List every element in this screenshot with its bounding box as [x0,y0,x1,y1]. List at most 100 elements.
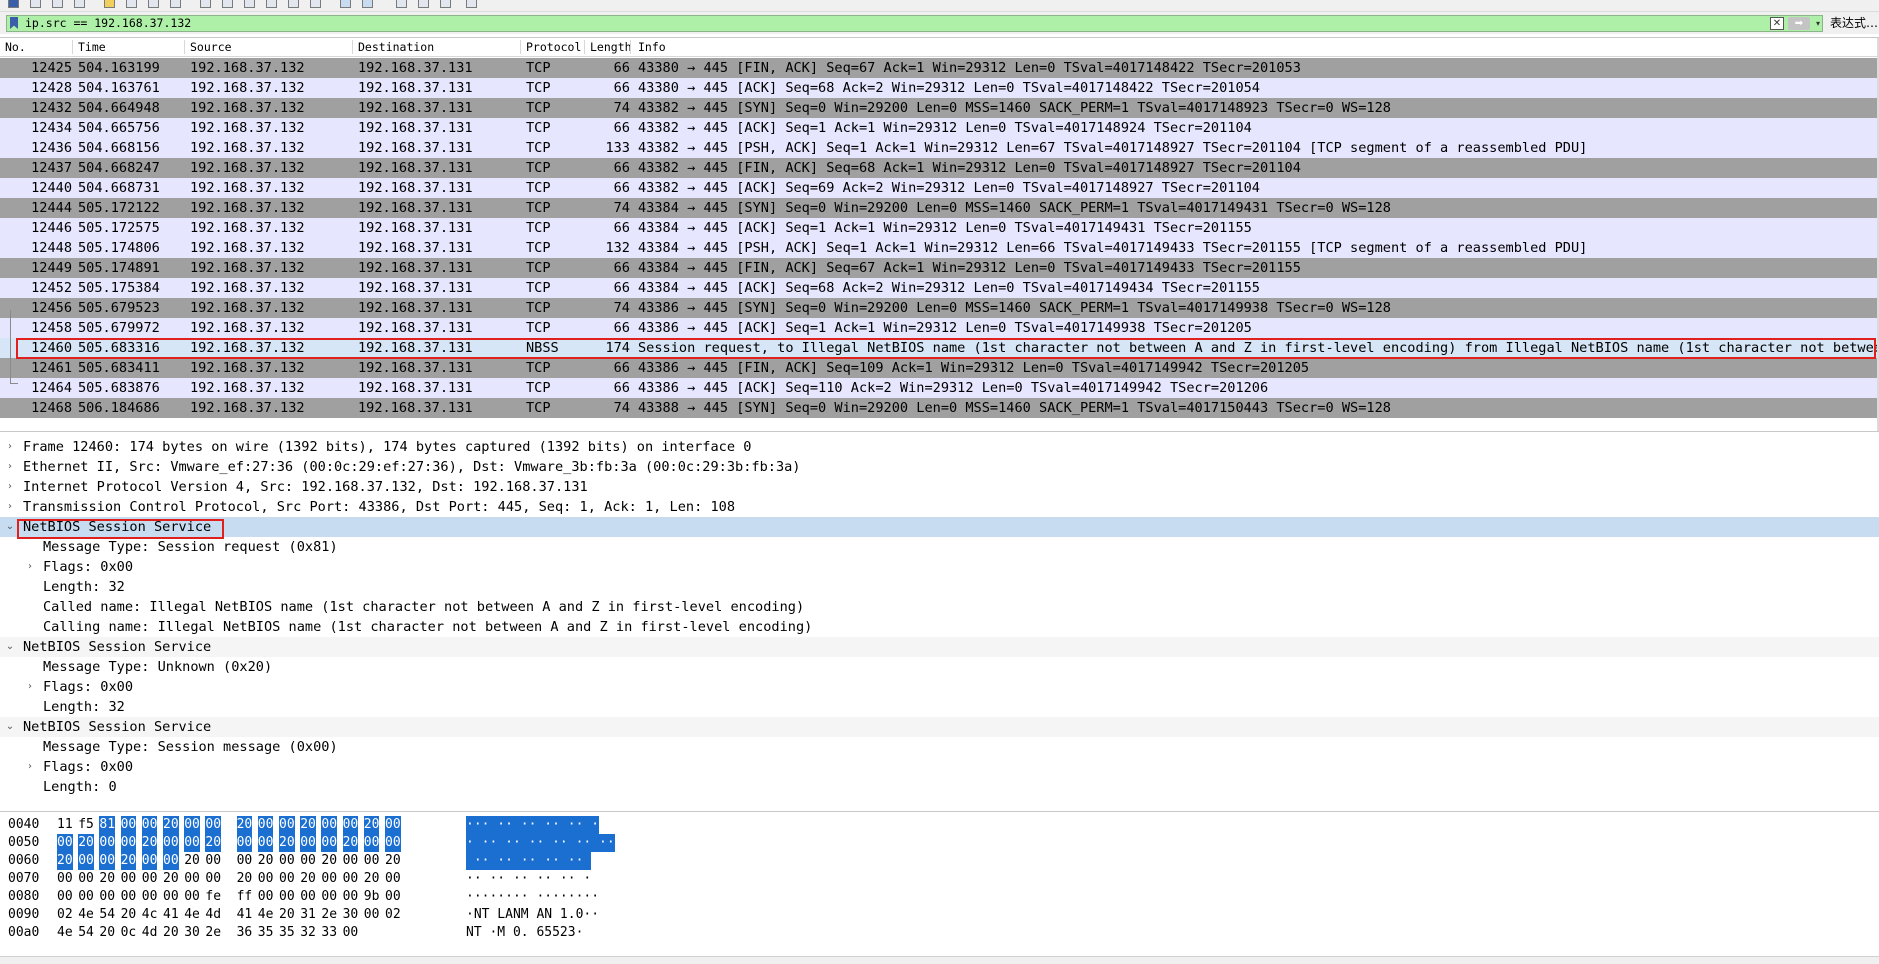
hex-byte[interactable]: 4e [258,906,274,924]
detail-row[interactable]: Length: 0 [0,777,1879,797]
hex-byte[interactable]: 00 [343,888,359,906]
hex-byte[interactable]: 00 [364,852,380,870]
column-header-protocol[interactable]: Protocol [526,38,581,56]
hex-byte[interactable]: 00 [99,852,116,870]
hex-byte[interactable]: 20 [279,906,295,924]
packet-row[interactable]: 12456 505.679523 192.168.37.132 192.168.37.… [0,298,1877,318]
first-packet-icon[interactable] [288,0,299,8]
hex-byte[interactable]: 00 [321,888,337,906]
hex-byte[interactable]: 00 [120,816,137,834]
hex-ascii[interactable]: ········ ········ [466,888,599,906]
hex-byte[interactable]: 4e [57,924,73,942]
hex-byte[interactable]: 00 [342,816,359,834]
hex-byte[interactable]: 02 [57,906,73,924]
packet-row[interactable]: 12432 504.664948 192.168.37.132 192.168.37.… [0,98,1877,118]
hex-byte[interactable]: 00 [385,816,401,834]
hex-byte[interactable]: 00 [279,888,295,906]
packet-row[interactable]: 12452 505.175384 192.168.37.132 192.168.37.… [0,278,1877,298]
hex-byte[interactable]: 02 [385,906,401,924]
arrow-right-icon[interactable]: ➡ [1788,17,1810,30]
packet-row[interactable]: 12444 505.172122 192.168.37.132 192.168.37.… [0,198,1877,218]
hex-byte[interactable]: 20 [99,924,115,942]
packet-row[interactable]: 12448 505.174806 192.168.37.132 192.168.37.… [0,238,1877,258]
hex-byte[interactable]: 00 [258,870,274,888]
packet-row[interactable]: 12449 505.174891 192.168.37.132 192.168.37.… [0,258,1877,278]
hex-byte[interactable]: 20 [258,852,274,870]
stop-icon[interactable] [30,0,41,8]
expression-button[interactable]: 表达式… [1830,15,1878,32]
hex-byte[interactable]: 00 [343,870,359,888]
zoom-reset-icon[interactable] [440,0,451,8]
hex-byte[interactable]: 81 [99,816,116,834]
expand-arrow-icon[interactable]: › [4,457,16,477]
autoscroll-icon[interactable] [340,0,351,8]
detail-row[interactable]: Called name: Illegal NetBIOS name (1st c… [0,597,1879,617]
packet-row[interactable]: 12446 505.172575 192.168.37.132 192.168.37.… [0,218,1877,238]
detail-row[interactable]: › Internet Protocol Version 4, Src: 192.1… [0,477,1879,497]
packet-row[interactable]: 12464 505.683876 192.168.37.132 192.168.37.… [0,378,1877,398]
detail-row[interactable]: Length: 32 [0,697,1879,717]
hex-byte[interactable]: 00 [257,834,274,852]
hex-byte[interactable]: 00 [236,834,253,852]
detail-row[interactable]: Message Type: Session message (0x00) [0,737,1879,757]
hex-byte[interactable]: 20 [163,870,179,888]
hex-byte[interactable]: 00 [163,834,179,852]
hex-byte[interactable]: 0c [121,924,137,942]
hex-byte[interactable]: 20 [163,816,179,834]
hex-byte[interactable]: 00 [142,870,158,888]
hex-byte[interactable]: 00 [57,870,73,888]
packet-row[interactable]: 12428 504.163761 192.168.37.132 192.168.37.… [0,78,1877,98]
collapse-arrow-icon[interactable]: ⌄ [4,637,16,657]
column-header-no[interactable]: No. [5,38,26,56]
hex-byte[interactable]: 20 [78,834,94,852]
packet-row[interactable]: 12436 504.668156 192.168.37.132 192.168.37.… [0,138,1877,158]
open-file-icon[interactable] [104,0,115,8]
hex-byte[interactable]: 20 [385,852,401,870]
hex-byte[interactable]: 20 [364,870,380,888]
detail-row[interactable]: ⌄ NetBIOS Session Service [0,517,1879,537]
hex-byte[interactable]: 00 [78,852,94,870]
bookmark-icon[interactable] [10,17,18,29]
hex-byte[interactable]: fe [205,888,221,906]
hex-byte[interactable]: 20 [184,852,200,870]
hex-byte[interactable]: 00 [141,816,158,834]
hex-byte[interactable]: 00 [321,834,338,852]
go-to-packet-icon[interactable] [266,0,277,8]
hex-byte[interactable]: 30 [343,906,359,924]
hex-byte[interactable]: 00 [300,852,316,870]
packet-row[interactable]: 12434 504.665756 192.168.37.132 192.168.37.… [0,118,1877,138]
detail-row[interactable]: › Flags: 0x00 [0,757,1879,777]
hex-byte[interactable]: 00 [57,888,73,906]
hex-byte[interactable]: 4e [78,906,94,924]
hex-byte[interactable]: 41 [237,906,253,924]
hex-byte[interactable]: 20 [342,834,359,852]
colorize-icon[interactable] [362,0,373,8]
hex-byte[interactable]: 00 [258,888,274,906]
hex-byte[interactable]: 00 [184,888,200,906]
zoom-in-icon[interactable] [396,0,407,8]
hex-ascii[interactable]: ··· ·· ·· ·· ·· · [466,816,600,834]
expand-arrow-icon[interactable]: › [24,677,36,697]
hex-byte[interactable]: 33 [321,924,337,942]
hex-byte[interactable]: 20 [321,852,337,870]
options-icon[interactable] [74,0,85,8]
hex-byte[interactable]: 00 [99,834,116,852]
hex-byte[interactable]: f5 [78,816,94,834]
hex-byte[interactable]: 20 [236,816,253,834]
column-header-source[interactable]: Source [190,38,232,56]
hex-byte[interactable]: 00 [321,816,338,834]
hex-byte[interactable]: 00 [343,852,359,870]
hex-ascii[interactable]: ·· ·· ·· ·· ·· · [466,870,591,888]
hex-byte[interactable]: 20 [120,852,137,870]
hex-byte[interactable]: 00 [120,834,137,852]
hex-byte[interactable]: 00 [99,888,115,906]
hex-byte[interactable]: 35 [279,924,295,942]
expand-arrow-icon[interactable]: › [4,477,16,497]
detail-row[interactable]: Length: 32 [0,577,1879,597]
hex-byte[interactable]: 20 [279,834,295,852]
expand-arrow-icon[interactable]: › [4,437,16,457]
back-icon[interactable] [222,0,233,8]
hex-byte[interactable]: 20 [57,852,73,870]
clear-icon[interactable]: ✕ [1770,17,1784,30]
hex-byte[interactable]: 00 [163,852,179,870]
